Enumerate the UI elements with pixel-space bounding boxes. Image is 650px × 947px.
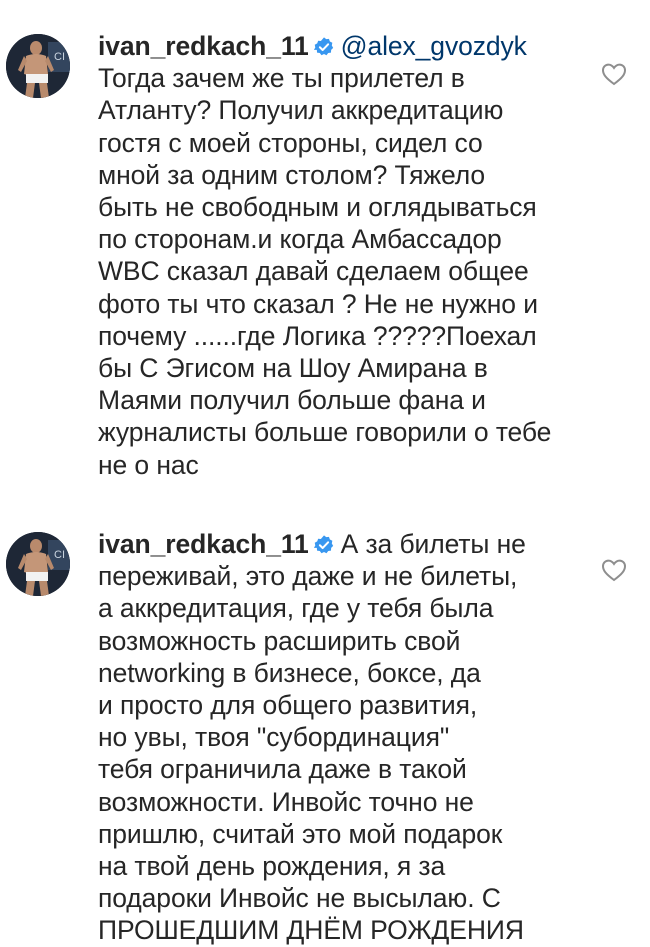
comment-text: переживай, это даже и не билеты, а аккре… xyxy=(98,561,524,946)
user-avatar[interactable]: CI xyxy=(6,532,70,596)
heart-icon[interactable] xyxy=(601,62,627,86)
svg-text:CI: CI xyxy=(54,51,65,63)
verified-badge-icon xyxy=(313,535,333,554)
user-avatar[interactable]: CI xyxy=(6,34,70,98)
comment-username[interactable]: ivan_redkach_11 xyxy=(98,529,309,559)
verified-badge-icon xyxy=(313,37,333,56)
comment-mention[interactable]: @alex_gvozdyk xyxy=(341,31,527,61)
heart-icon[interactable] xyxy=(601,558,627,582)
avatar-image: CI xyxy=(6,532,70,596)
comment-text-first-line: А за билеты не xyxy=(340,529,526,559)
comment-body: ivan_redkach_11 @alex_gvozdyk Тогда зачем… xyxy=(98,30,568,481)
comment-username[interactable]: ivan_redkach_11 xyxy=(98,31,309,61)
comment-body: ivan_redkach_11 А за билеты не переживай,… xyxy=(98,528,568,947)
svg-text:CI: CI xyxy=(54,549,65,561)
comment-text: Тогда зачем же ты прилетел в Атланту? По… xyxy=(98,63,552,480)
avatar-image: CI xyxy=(6,34,70,98)
